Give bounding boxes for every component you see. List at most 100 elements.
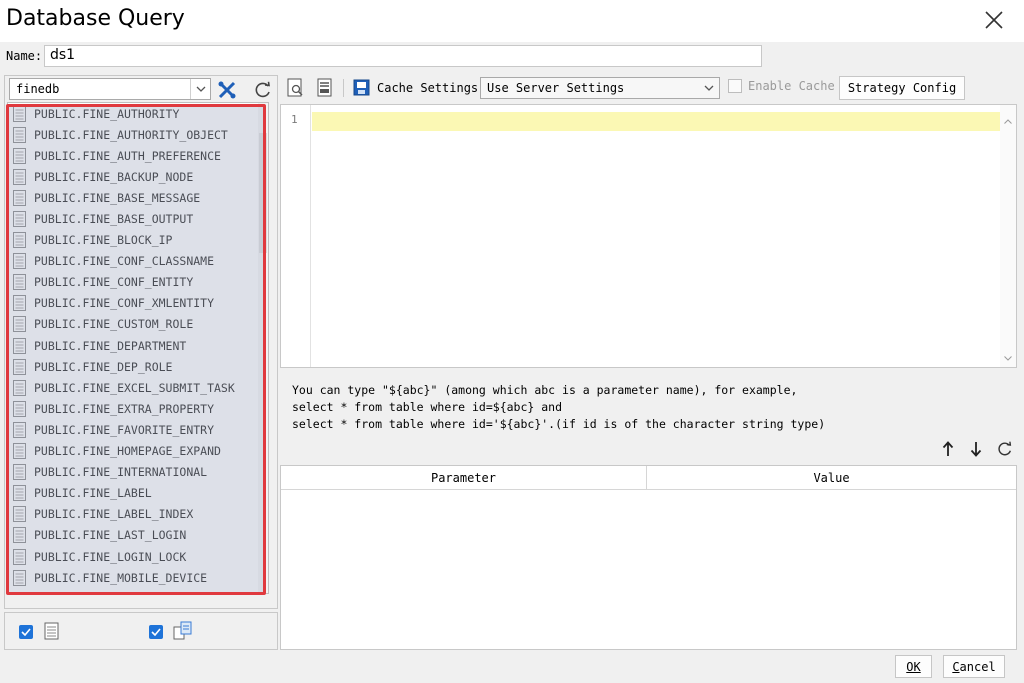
table-list-item[interactable]: PUBLIC.FINE_FAVORITE_ENTRY: [8, 419, 268, 440]
table-icon: [13, 126, 26, 143]
table-list-item[interactable]: PUBLIC.FINE_LAST_LOGIN: [8, 525, 268, 546]
enable-cache-checkbox[interactable]: Enable Cache: [728, 79, 835, 93]
table-list-item-label: PUBLIC.FINE_DEPARTMENT: [34, 338, 187, 353]
table-list-item[interactable]: PUBLIC.FINE_LABEL: [8, 483, 268, 504]
table-icon: [13, 400, 26, 417]
table-list-item[interactable]: PUBLIC.FINE_INTERNATIONAL: [8, 462, 268, 483]
parameter-table[interactable]: Parameter Value: [280, 465, 1017, 650]
name-label: Name:: [6, 49, 43, 63]
sql-editor[interactable]: 1: [280, 104, 1017, 368]
title-bar: Database Query: [0, 0, 1024, 42]
table-icon: [13, 274, 26, 291]
cache-icon: [353, 77, 371, 99]
left-filter-bar: [4, 612, 278, 650]
table-icon: [13, 105, 26, 122]
table-list-item[interactable]: PUBLIC.FINE_CONF_CLASSNAME: [8, 251, 268, 272]
close-icon[interactable]: [982, 8, 1006, 32]
column-header-parameter[interactable]: Parameter: [281, 466, 647, 490]
sql-icon[interactable]: [316, 77, 334, 99]
table-list-item-label: PUBLIC.FINE_AUTHORITY: [34, 106, 180, 121]
table-icon: [13, 485, 26, 502]
connection-settings-icon[interactable]: [215, 78, 239, 102]
table-icon: [44, 622, 60, 645]
table-list-item[interactable]: PUBLIC.FINE_DEPARTMENT: [8, 335, 268, 356]
table-icon: [13, 295, 26, 312]
table-list-item-label: PUBLIC.FINE_LOGIN_LOCK: [34, 549, 187, 564]
table-list-item[interactable]: PUBLIC.FINE_CUSTOM_ROLE: [8, 314, 268, 335]
table-icon: [13, 443, 26, 460]
toolbar-divider: [343, 79, 344, 97]
name-field[interactable]: ds1: [44, 45, 762, 67]
table-list-scrollbar[interactable]: [258, 103, 268, 593]
ok-button[interactable]: OK: [895, 655, 932, 678]
chevron-down-icon[interactable]: [699, 78, 719, 98]
table-list-item-label: PUBLIC.FINE_CONF_ENTITY: [34, 275, 194, 290]
table-list-rows: PUBLIC.FINE_AUTHORITY PUBLIC.FINE_AUTHORI…: [8, 103, 268, 588]
cancel-mnemonic: C: [952, 659, 960, 674]
table-browser-panel: finedb PUBLIC.FINE_AUTHORITY PUBLIC.FINE_…: [4, 75, 278, 609]
table-list-item[interactable]: PUBLIC.FINE_CONF_ENTITY: [8, 272, 268, 293]
table-list-item[interactable]: PUBLIC.FINE_CONF_XMLENTITY: [8, 293, 268, 314]
strategy-config-button[interactable]: Strategy Config: [839, 76, 965, 100]
cancel-button[interactable]: Cancel: [943, 655, 1005, 678]
preview-icon[interactable]: [287, 77, 305, 99]
table-icon: [13, 337, 26, 354]
hint-line-1: You can type "${abc}" (among which abc i…: [292, 383, 798, 397]
table-list-item[interactable]: PUBLIC.FINE_MOBILE_DEVICE: [8, 567, 268, 588]
cache-mode-select[interactable]: Use Server Settings: [480, 77, 720, 99]
table-icon: [13, 421, 26, 438]
editor-scrollbar[interactable]: [1000, 105, 1016, 367]
table-list-item[interactable]: PUBLIC.FINE_AUTHORITY_OBJECT: [8, 124, 268, 145]
table-list-item[interactable]: PUBLIC.FINE_AUTH_PREFERENCE: [8, 145, 268, 166]
table-icon: [13, 569, 26, 586]
table-list-item[interactable]: PUBLIC.FINE_EXTRA_PROPERTY: [8, 398, 268, 419]
table-list-item[interactable]: PUBLIC.FINE_BASE_OUTPUT: [8, 208, 268, 229]
arrow-down-icon[interactable]: [967, 440, 985, 458]
table-icon: [13, 527, 26, 544]
table-list-item[interactable]: PUBLIC.FINE_HOMEPAGE_EXPAND: [8, 441, 268, 462]
line-number: 1: [291, 113, 298, 126]
enable-cache-label: Enable Cache: [748, 79, 835, 93]
current-line-highlight: [312, 112, 1001, 131]
table-icon: [13, 316, 26, 333]
table-icon: [13, 232, 26, 249]
table-list-item-label: PUBLIC.FINE_LAST_LOGIN: [34, 528, 187, 543]
table-list-item[interactable]: PUBLIC.FINE_BLOCK_IP: [8, 230, 268, 251]
chevron-down-icon[interactable]: [190, 79, 210, 99]
table-icon: [13, 253, 26, 270]
view-icon: [173, 621, 193, 646]
table-list-item-label: PUBLIC.FINE_LABEL: [34, 486, 152, 501]
cache-mode-value: Use Server Settings: [487, 81, 625, 95]
parameter-table-header: Parameter Value: [281, 466, 1016, 490]
show-tables-checkbox[interactable]: [19, 625, 33, 639]
table-list-item[interactable]: PUBLIC.FINE_BASE_MESSAGE: [8, 187, 268, 208]
table-icon: [13, 464, 26, 481]
table-list-item-label: PUBLIC.FINE_CONF_XMLENTITY: [34, 296, 215, 311]
table-list-item[interactable]: PUBLIC.FINE_AUTHORITY: [8, 103, 268, 124]
connection-select[interactable]: finedb: [9, 78, 211, 100]
table-icon: [13, 189, 26, 206]
table-list-item-label: PUBLIC.FINE_FAVORITE_ENTRY: [34, 422, 215, 437]
window-title: Database Query: [6, 6, 185, 31]
scroll-up-icon: [1004, 119, 1012, 124]
arrow-up-icon[interactable]: [939, 440, 957, 458]
column-header-value[interactable]: Value: [647, 466, 1016, 490]
table-list-item[interactable]: PUBLIC.FINE_LABEL_INDEX: [8, 504, 268, 525]
scroll-down-icon: [1004, 356, 1012, 361]
hint-line-3: select * from table where id='${abc}'.(i…: [292, 417, 826, 431]
enable-cache-box[interactable]: [728, 79, 742, 93]
table-icon: [13, 548, 26, 565]
cancel-label: ancel: [959, 659, 996, 674]
table-list[interactable]: PUBLIC.FINE_AUTHORITY PUBLIC.FINE_AUTHORI…: [7, 102, 269, 594]
show-views-checkbox[interactable]: [149, 625, 163, 639]
table-list-item[interactable]: PUBLIC.FINE_DEP_ROLE: [8, 356, 268, 377]
table-list-item[interactable]: PUBLIC.FINE_LOGIN_LOCK: [8, 546, 268, 567]
table-list-item-label: PUBLIC.FINE_AUTH_PREFERENCE: [34, 148, 221, 163]
table-list-item-label: PUBLIC.FINE_CUSTOM_ROLE: [34, 317, 194, 332]
table-list-item[interactable]: PUBLIC.FINE_EXCEL_SUBMIT_TASK: [8, 377, 268, 398]
refresh-icon[interactable]: [251, 78, 275, 102]
refresh-parameters-icon[interactable]: [996, 440, 1014, 458]
table-list-item-label: PUBLIC.FINE_AUTHORITY_OBJECT: [34, 127, 228, 142]
table-list-item[interactable]: PUBLIC.FINE_BACKUP_NODE: [8, 166, 268, 187]
line-number-gutter: 1: [281, 105, 311, 367]
